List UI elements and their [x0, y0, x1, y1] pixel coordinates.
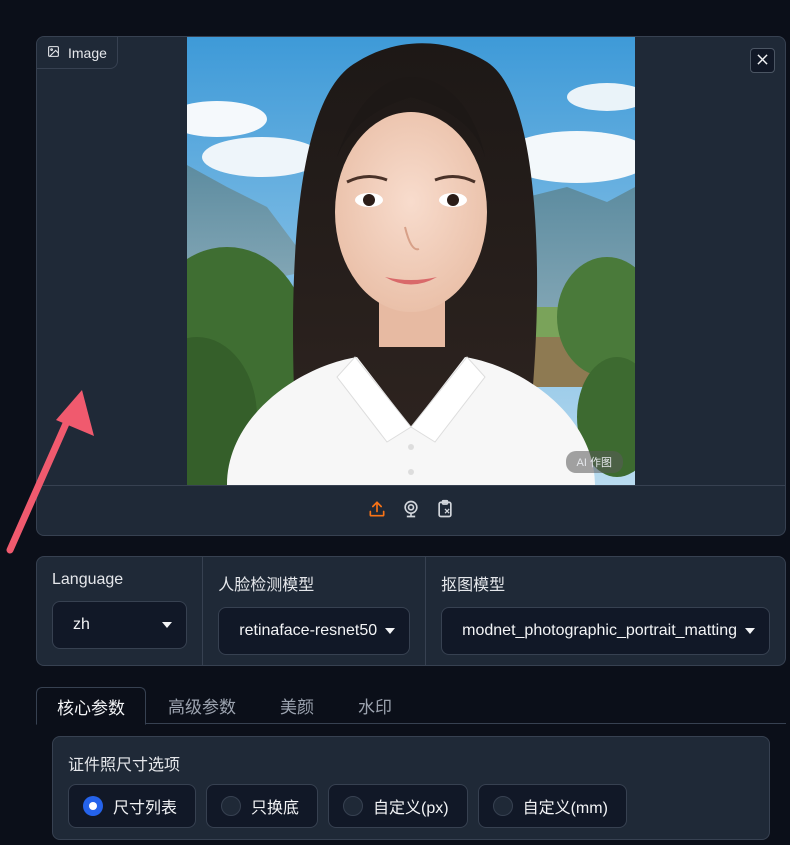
language-dropdown[interactable]: zh — [52, 601, 188, 649]
radio-unselected-icon — [492, 796, 513, 816]
tab-core-params[interactable]: 核心参数 — [36, 687, 146, 725]
ai-badge: AI 作图 — [565, 451, 623, 473]
close-icon — [757, 52, 768, 70]
radio-background-only[interactable]: 只换底 — [206, 784, 319, 828]
tab-watermark[interactable]: 水印 — [338, 687, 412, 724]
size-options-block: 证件照尺寸选项 尺寸列表 只换底 自定义(px) 自定义(mm) — [52, 736, 770, 840]
upload-button[interactable] — [366, 501, 388, 523]
face-detect-model-value: retinaface-resnet50 — [239, 622, 378, 639]
params-tabs: 核心参数 高级参数 美颜 水印 — [36, 687, 786, 725]
radio-unselected-icon — [343, 796, 364, 816]
face-detect-model-dropdown[interactable]: retinaface-resnet50 — [218, 607, 411, 655]
chevron-down-icon — [745, 628, 755, 634]
matting-model-setting: 抠图模型 modnet_photographic_portrait_mattin… — [426, 557, 785, 665]
annotation-arrow — [6, 390, 94, 554]
radio-label: 尺寸列表 — [113, 800, 178, 817]
clear-image-button[interactable] — [750, 48, 775, 73]
image-icon — [47, 45, 60, 61]
clipboard-icon — [435, 499, 455, 524]
radio-size-list[interactable]: 尺寸列表 — [68, 784, 197, 828]
image-label: Image — [37, 37, 118, 69]
radio-unselected-icon — [221, 796, 242, 816]
uploaded-photo: AI 作图 — [187, 37, 635, 485]
model-settings-row: Language zh 人脸检测模型 retinaface-resnet50 抠… — [36, 556, 786, 666]
tab-beauty[interactable]: 美颜 — [260, 687, 334, 724]
matting-model-dropdown[interactable]: modnet_photographic_portrait_matting — [441, 607, 770, 655]
webcam-button[interactable] — [400, 499, 422, 524]
size-options-title: 证件照尺寸选项 — [68, 757, 181, 774]
paste-clipboard-button[interactable] — [434, 499, 456, 524]
face-detect-model-setting: 人脸检测模型 retinaface-resnet50 — [203, 557, 427, 665]
webcam-icon — [401, 499, 421, 524]
size-options-radio-group: 尺寸列表 只换底 自定义(px) 自定义(mm) — [68, 784, 627, 828]
radio-custom-mm[interactable]: 自定义(mm) — [477, 784, 627, 828]
radio-selected-icon — [83, 796, 103, 816]
image-source-toolbar — [37, 485, 785, 535]
tab-advanced-params[interactable]: 高级参数 — [148, 687, 256, 724]
matting-model-label: 抠图模型 — [441, 577, 506, 594]
radio-label: 自定义(px) — [373, 800, 449, 817]
image-upload-component[interactable]: Image AI 作图 — [36, 36, 786, 536]
radio-label: 自定义(mm) — [522, 800, 608, 817]
radio-custom-px[interactable]: 自定义(px) — [328, 784, 468, 828]
chevron-down-icon — [162, 622, 173, 628]
chevron-down-icon — [385, 628, 396, 634]
language-label: Language — [52, 571, 124, 588]
radio-label: 只换底 — [251, 800, 300, 817]
image-label-text: Image — [68, 44, 107, 61]
language-value: zh — [73, 616, 90, 633]
matting-model-value: modnet_photographic_portrait_matting — [462, 622, 737, 639]
language-setting: Language zh — [37, 557, 204, 665]
upload-icon — [367, 499, 387, 524]
face-detect-model-label: 人脸检测模型 — [218, 577, 315, 594]
